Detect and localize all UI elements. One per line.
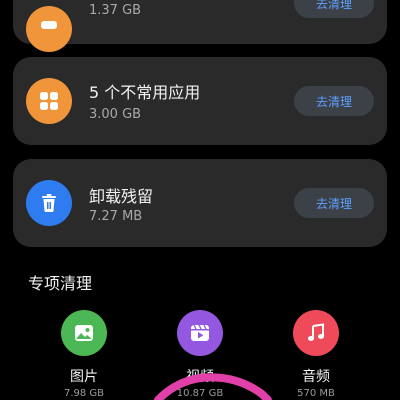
- clean-card-unused-apps[interactable]: 5 个不常用应用 3.00 GB 去清理: [13, 57, 387, 145]
- special-size: 7.98 GB: [63, 388, 105, 399]
- grid-icon: [26, 6, 72, 52]
- clean-card-top: 1.37 GB 去清理: [13, 0, 387, 52]
- clean-button[interactable]: 去清理: [294, 86, 374, 116]
- card-title: 5 个不常用应用: [89, 83, 201, 102]
- clean-button[interactable]: 去清理: [294, 188, 374, 218]
- special-label: 音频: [302, 369, 330, 385]
- trash-icon: [26, 180, 72, 226]
- special-label: 图片: [70, 369, 98, 385]
- special-label: 视频: [186, 369, 214, 385]
- card-size: 7.27 MB: [89, 209, 143, 224]
- section-title: 专项清理: [28, 274, 93, 293]
- music-note-icon: [293, 310, 339, 356]
- special-item-audio[interactable]: 音频 570 MB: [266, 310, 366, 399]
- card-size: 3.00 GB: [89, 107, 142, 122]
- clean-card-uninstall-residue[interactable]: 卸载残留 7.27 MB 去清理: [13, 159, 387, 247]
- special-size: 570 MB: [297, 388, 335, 399]
- special-item-videos[interactable]: 视频 10.87 GB: [150, 310, 250, 399]
- apps-grid-icon: [26, 78, 72, 124]
- image-icon: [61, 310, 107, 356]
- special-size: 10.87 GB: [176, 388, 224, 399]
- special-item-images[interactable]: 图片 7.98 GB: [34, 310, 134, 399]
- card-size: 1.37 GB: [89, 3, 142, 18]
- clean-button[interactable]: 去清理: [294, 0, 374, 18]
- card-title: 卸载残留: [89, 187, 154, 206]
- video-icon: [177, 310, 223, 356]
